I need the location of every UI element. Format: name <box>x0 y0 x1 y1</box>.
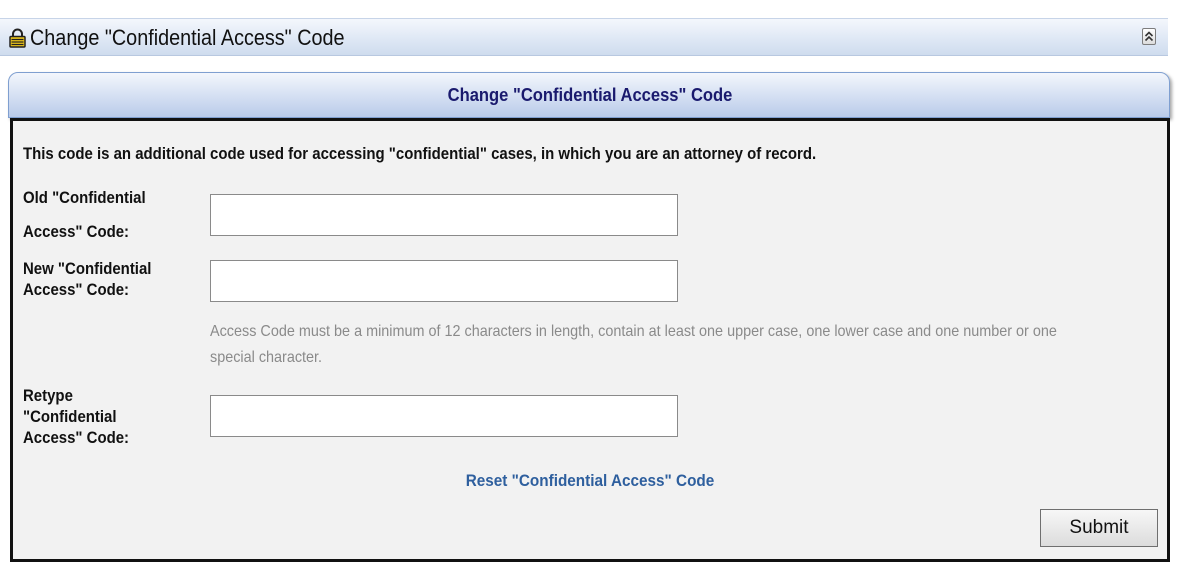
window-titlebar: Change "Confidential Access" Code <box>0 18 1168 56</box>
new-code-label: New "Confidential Access" Code: <box>23 258 151 300</box>
new-code-label-line2: Access" Code: <box>23 280 130 299</box>
change-code-panel: Change "Confidential Access" Code This c… <box>8 72 1170 562</box>
new-code-input[interactable] <box>210 260 678 302</box>
collapse-button[interactable] <box>1142 28 1156 45</box>
panel-description: This code is an additional code used for… <box>23 144 817 163</box>
old-code-label-line1: Old "Confidential <box>23 188 146 207</box>
retype-code-label: Retype "Confidential Access" Code: <box>23 385 129 448</box>
panel-title: Change "Confidential Access" Code <box>447 85 733 105</box>
submit-button[interactable]: Submit <box>1040 509 1158 547</box>
retype-code-label-line1: Retype <box>23 386 73 405</box>
retype-code-input[interactable] <box>210 395 678 437</box>
old-code-label-line2: Access" Code: <box>23 222 130 241</box>
access-code-hint: Access Code must be a minimum of 12 char… <box>210 323 1057 366</box>
panel-header: Change "Confidential Access" Code <box>8 72 1170 118</box>
retype-code-label-line3: Access" Code: <box>23 428 130 447</box>
chevron-double-up-icon <box>1144 31 1154 42</box>
new-code-label-line1: New "Confidential <box>23 259 152 278</box>
window-title: Change "Confidential Access" Code <box>30 25 345 50</box>
panel-body: This code is an additional code used for… <box>10 118 1170 562</box>
old-code-input[interactable] <box>210 194 678 236</box>
retype-code-label-line2: "Confidential <box>23 407 117 426</box>
old-code-label: Old "Confidential Access" Code: <box>23 181 146 249</box>
lock-icon <box>8 28 27 48</box>
reset-code-link[interactable]: Reset "Confidential Access" Code <box>71 471 1110 491</box>
page: Change "Confidential Access" Code Change… <box>0 0 1188 578</box>
